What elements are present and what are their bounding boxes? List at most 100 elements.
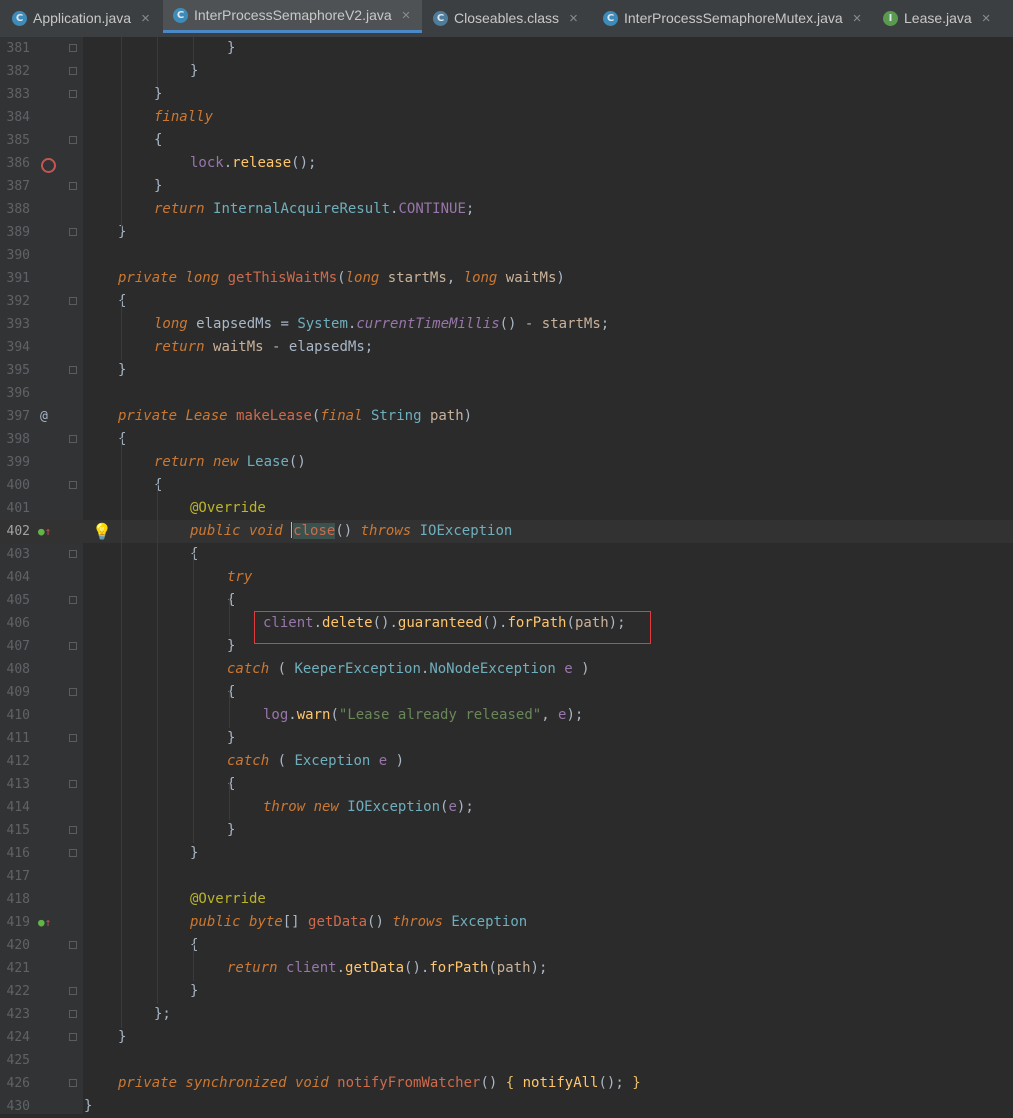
code-line[interactable]: 416} bbox=[0, 842, 1013, 865]
fold-marker-icon[interactable] bbox=[69, 67, 77, 75]
code-text: public void close() throws IOException bbox=[190, 522, 513, 539]
code-line[interactable]: 399 return new Lease() bbox=[0, 451, 1013, 474]
code-line[interactable]: 398 { bbox=[0, 428, 1013, 451]
fold-marker-icon[interactable] bbox=[69, 734, 77, 742]
code-line[interactable]: 419 ●↑ public byte[] getData() throws Exce… bbox=[0, 911, 1013, 934]
code-line[interactable]: 413{ bbox=[0, 773, 1013, 796]
tab-interprocesssemaphorev2-java[interactable]: C InterProcessSemaphoreV2.java × bbox=[163, 0, 422, 33]
code-line[interactable]: 393 long elapsedMs = System.currentTimeMi… bbox=[0, 313, 1013, 336]
fold-marker-icon[interactable] bbox=[69, 481, 77, 489]
code-line[interactable]: 411} bbox=[0, 727, 1013, 750]
tab-interprocesssemaphoremutex-java[interactable]: C InterProcessSemaphoreMutex.java × bbox=[593, 0, 878, 36]
tab-label: InterProcessSemaphoreMutex.java bbox=[624, 10, 843, 26]
fold-marker-icon[interactable] bbox=[69, 550, 77, 558]
code-line[interactable]: 381} bbox=[0, 37, 1013, 60]
code-line[interactable]: 414 throw new IOException(e); bbox=[0, 796, 1013, 819]
close-icon[interactable]: × bbox=[853, 10, 862, 27]
code-text: } bbox=[227, 730, 236, 746]
line-number: 395 bbox=[6, 363, 30, 378]
code-line[interactable]: 405{ bbox=[0, 589, 1013, 612]
code-line[interactable]: 391 private long getThisWaitMs(long start… bbox=[0, 267, 1013, 290]
fold-marker-icon[interactable] bbox=[69, 688, 77, 696]
code-line[interactable]: 418 @Override bbox=[0, 888, 1013, 911]
tab-lease-java[interactable]: I Lease.java × bbox=[873, 0, 1013, 36]
implements-method-icon[interactable]: ●↑ bbox=[38, 520, 51, 543]
code-line[interactable]: 424} bbox=[0, 1026, 1013, 1049]
code-line[interactable]: 389} bbox=[0, 221, 1013, 244]
code-line[interactable]: 390 bbox=[0, 244, 1013, 267]
line-number: 413 bbox=[6, 777, 30, 792]
tab-label: Closeables.class bbox=[454, 10, 560, 26]
fold-marker-icon[interactable] bbox=[69, 136, 77, 144]
code-line[interactable]: 422} bbox=[0, 980, 1013, 1003]
code-line[interactable]: 423}; bbox=[0, 1003, 1013, 1026]
code-line[interactable]: 394 return waitMs - elapsedMs; bbox=[0, 336, 1013, 359]
class-icon: C bbox=[173, 7, 188, 23]
highlight-box bbox=[254, 611, 651, 644]
code-line[interactable]: 395} bbox=[0, 359, 1013, 382]
code-editor[interactable]: 381} 382} 383} 384 finally 385 { 386 lock.r… bbox=[0, 37, 1013, 1114]
code-line-current[interactable]: 402 ●↑ 💡 public void close() throws IOExcep… bbox=[0, 520, 1013, 543]
fold-marker-icon[interactable] bbox=[69, 987, 77, 995]
code-line[interactable]: 415} bbox=[0, 819, 1013, 842]
code-line[interactable]: 384 finally bbox=[0, 106, 1013, 129]
code-line[interactable]: 387} bbox=[0, 175, 1013, 198]
close-icon[interactable]: × bbox=[402, 7, 411, 24]
tab-application-java[interactable]: C Application.java × bbox=[0, 0, 172, 36]
code-line[interactable]: 396 bbox=[0, 382, 1013, 405]
indent-guide bbox=[229, 599, 230, 636]
fold-marker-icon[interactable] bbox=[69, 1079, 77, 1087]
code-line[interactable]: 408 catch ( KeeperException.NoNodeExcepti… bbox=[0, 658, 1013, 681]
code-text: } bbox=[190, 845, 199, 861]
breakpoint-icon[interactable] bbox=[41, 158, 56, 173]
indent-guide bbox=[121, 37, 122, 231]
close-icon[interactable]: × bbox=[982, 10, 991, 27]
fold-marker-icon[interactable] bbox=[69, 1010, 77, 1018]
fold-marker-icon[interactable] bbox=[69, 297, 77, 305]
code-line[interactable]: 421 return client.getData().forPath(path)… bbox=[0, 957, 1013, 980]
code-line[interactable]: 386 lock.release(); bbox=[0, 152, 1013, 175]
code-line[interactable]: 409{ bbox=[0, 681, 1013, 704]
code-line[interactable]: 426 private synchronized void notifyFromW… bbox=[0, 1072, 1013, 1095]
tab-closeables-class[interactable]: C Closeables.class × bbox=[423, 0, 603, 36]
fold-marker-icon[interactable] bbox=[69, 366, 77, 374]
code-line[interactable]: 420 { bbox=[0, 934, 1013, 957]
line-number: 385 bbox=[6, 133, 30, 148]
implements-method-icon[interactable]: ●↑ bbox=[38, 911, 51, 934]
fold-marker-icon[interactable] bbox=[69, 941, 77, 949]
line-number: 411 bbox=[6, 731, 30, 746]
code-line[interactable]: 412 catch ( Exception e ) bbox=[0, 750, 1013, 773]
fold-marker-icon[interactable] bbox=[69, 826, 77, 834]
fold-marker-icon[interactable] bbox=[69, 90, 77, 98]
code-line[interactable]: 404 try bbox=[0, 566, 1013, 589]
code-line[interactable]: 430} bbox=[0, 1095, 1013, 1118]
fold-marker-icon[interactable] bbox=[69, 228, 77, 236]
code-text: { bbox=[190, 937, 199, 953]
fold-marker-icon[interactable] bbox=[69, 1033, 77, 1041]
fold-marker-icon[interactable] bbox=[69, 849, 77, 857]
tab-label: InterProcessSemaphoreV2.java bbox=[194, 7, 392, 23]
close-icon[interactable]: × bbox=[141, 10, 150, 27]
code-line[interactable]: 400 { bbox=[0, 474, 1013, 497]
fold-marker-icon[interactable] bbox=[69, 182, 77, 190]
code-line[interactable]: 397 @ private Lease makeLease(final String… bbox=[0, 405, 1013, 428]
code-line[interactable]: 388 return InternalAcquireResult.CONTINUE… bbox=[0, 198, 1013, 221]
fold-marker-icon[interactable] bbox=[69, 780, 77, 788]
fold-marker-icon[interactable] bbox=[69, 44, 77, 52]
code-line[interactable]: 417 bbox=[0, 865, 1013, 888]
code-line[interactable]: 403 { bbox=[0, 543, 1013, 566]
code-line[interactable]: 410 log.warn("Lease already released", e)… bbox=[0, 704, 1013, 727]
fold-marker-icon[interactable] bbox=[69, 435, 77, 443]
close-icon[interactable]: × bbox=[569, 10, 578, 27]
code-line[interactable]: 382} bbox=[0, 60, 1013, 83]
fold-marker-icon[interactable] bbox=[69, 596, 77, 604]
line-number: 425 bbox=[6, 1053, 30, 1068]
indent-guide bbox=[157, 484, 158, 1004]
code-line[interactable]: 401 @Override bbox=[0, 497, 1013, 520]
code-line[interactable]: 425 bbox=[0, 1049, 1013, 1072]
lightbulb-icon[interactable]: 💡 bbox=[92, 520, 112, 543]
fold-marker-icon[interactable] bbox=[69, 642, 77, 650]
code-line[interactable]: 383} bbox=[0, 83, 1013, 106]
code-line[interactable]: 392 { bbox=[0, 290, 1013, 313]
code-line[interactable]: 385 { bbox=[0, 129, 1013, 152]
